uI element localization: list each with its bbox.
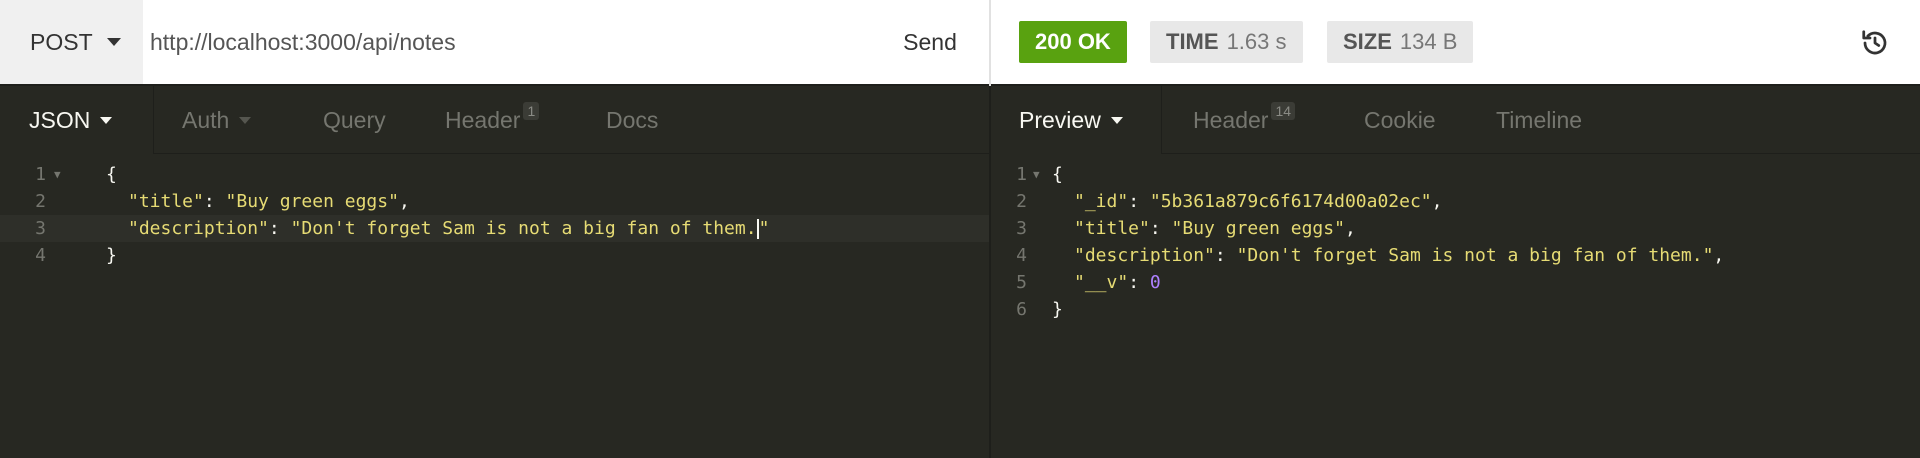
code-text: { <box>1052 164 1063 185</box>
chevron-down-icon <box>1110 116 1123 124</box>
code-line: 4 } <box>0 242 989 269</box>
line-number: 1 <box>1016 164 1027 185</box>
line-number: 2 <box>35 191 46 212</box>
code-text: { <box>106 164 117 185</box>
tab-header-label: Header <box>445 106 521 133</box>
line-number: 4 <box>1016 245 1027 266</box>
size-badge: SIZE 134 B <box>1327 21 1474 63</box>
time-badge: TIME 1.63 s <box>1150 21 1303 63</box>
line-number: 5 <box>1016 272 1027 293</box>
fold-arrow-icon[interactable]: ▼ <box>46 168 61 181</box>
method-label: POST <box>30 28 93 55</box>
code-line: 1 ▼ { <box>991 161 1920 188</box>
chevron-down-icon <box>239 116 252 124</box>
line-number: 3 <box>1016 218 1027 239</box>
tab-separator <box>1161 86 1162 154</box>
code-text: } <box>1052 299 1063 320</box>
time-badge-value: 1.63 s <box>1226 29 1287 54</box>
tab-auth-label: Auth <box>182 106 230 133</box>
code-line: 2 "title": "Buy green eggs", <box>0 188 989 215</box>
code-text: "description": "Don't forget Sam is not … <box>1074 245 1725 266</box>
code-line: 4 "description": "Don't forget Sam is no… <box>991 242 1920 269</box>
tab-response-header[interactable]: Header 14 <box>1193 86 1296 154</box>
tab-query-label: Query <box>323 106 386 133</box>
code-line: 3 "description": "Don't forget Sam is no… <box>0 215 989 242</box>
line-number: 4 <box>35 245 46 266</box>
size-badge-value: 134 B <box>1399 29 1458 54</box>
tab-separator <box>153 86 154 154</box>
tab-timeline-label: Timeline <box>1496 106 1583 133</box>
tab-timeline[interactable]: Timeline <box>1496 86 1582 154</box>
tab-auth[interactable]: Auth <box>182 86 252 154</box>
top-bar: POST http://localhost:3000/api/notes Sen… <box>0 0 1920 86</box>
tab-cookie-label: Cookie <box>1364 106 1436 133</box>
tab-query[interactable]: Query <box>323 86 386 154</box>
code-line: 5 "__v": 0 <box>991 269 1920 296</box>
tab-json-label: JSON <box>29 106 91 133</box>
code-text: "title": "Buy green eggs", <box>128 191 410 212</box>
code-text: } <box>106 245 117 266</box>
method-dropdown[interactable]: POST <box>0 0 143 84</box>
size-badge-key: SIZE <box>1343 29 1392 54</box>
tab-response-header-label: Header <box>1193 106 1269 133</box>
url-input[interactable]: http://localhost:3000/api/notes <box>150 0 850 84</box>
code-text: "_id": "5b361a879c6f6174d00a02ec", <box>1074 191 1443 212</box>
code-line: 6 } <box>991 296 1920 323</box>
tab-cookie[interactable]: Cookie <box>1364 86 1436 154</box>
code-text: "description": "Don't forget Sam is not … <box>128 218 770 239</box>
code-text: "title": "Buy green eggs", <box>1074 218 1356 239</box>
chevron-down-icon <box>106 38 121 46</box>
tab-docs[interactable]: Docs <box>606 86 658 154</box>
line-number: 1 <box>35 164 46 185</box>
tab-json[interactable]: JSON <box>0 86 153 154</box>
code-line: 2 "_id": "5b361a879c6f6174d00a02ec", <box>991 188 1920 215</box>
code-line: 3 "title": "Buy green eggs", <box>991 215 1920 242</box>
line-number: 3 <box>35 218 46 239</box>
history-icon[interactable] <box>1860 28 1890 58</box>
tab-preview[interactable]: Preview <box>991 86 1161 154</box>
tab-preview-label: Preview <box>1019 106 1101 133</box>
response-tabs: Preview Header 14 Cookie Timeline <box>991 86 1920 154</box>
status-badge: 200 OK <box>1019 21 1127 63</box>
header-count-badge: 1 <box>523 102 540 120</box>
line-number: 6 <box>1016 299 1027 320</box>
code-line: 1 ▼ { <box>0 161 989 188</box>
request-pane: JSON Auth Query Header 1 Docs 1 ▼ { 2 "t… <box>0 86 989 458</box>
send-button[interactable]: Send <box>886 0 974 84</box>
request-tabs: JSON Auth Query Header 1 Docs <box>0 86 989 154</box>
tab-header[interactable]: Header 1 <box>445 86 540 154</box>
code-text: "__v": 0 <box>1074 272 1161 293</box>
tab-docs-label: Docs <box>606 106 659 133</box>
line-number: 2 <box>1016 191 1027 212</box>
time-badge-key: TIME <box>1166 29 1219 54</box>
chevron-down-icon <box>100 116 113 124</box>
fold-arrow-icon[interactable]: ▼ <box>1027 168 1040 181</box>
response-header-count-badge: 14 <box>1271 102 1296 120</box>
top-bar-divider <box>989 0 991 86</box>
response-pane: Preview Header 14 Cookie Timeline 1 ▼ { … <box>991 86 1920 458</box>
